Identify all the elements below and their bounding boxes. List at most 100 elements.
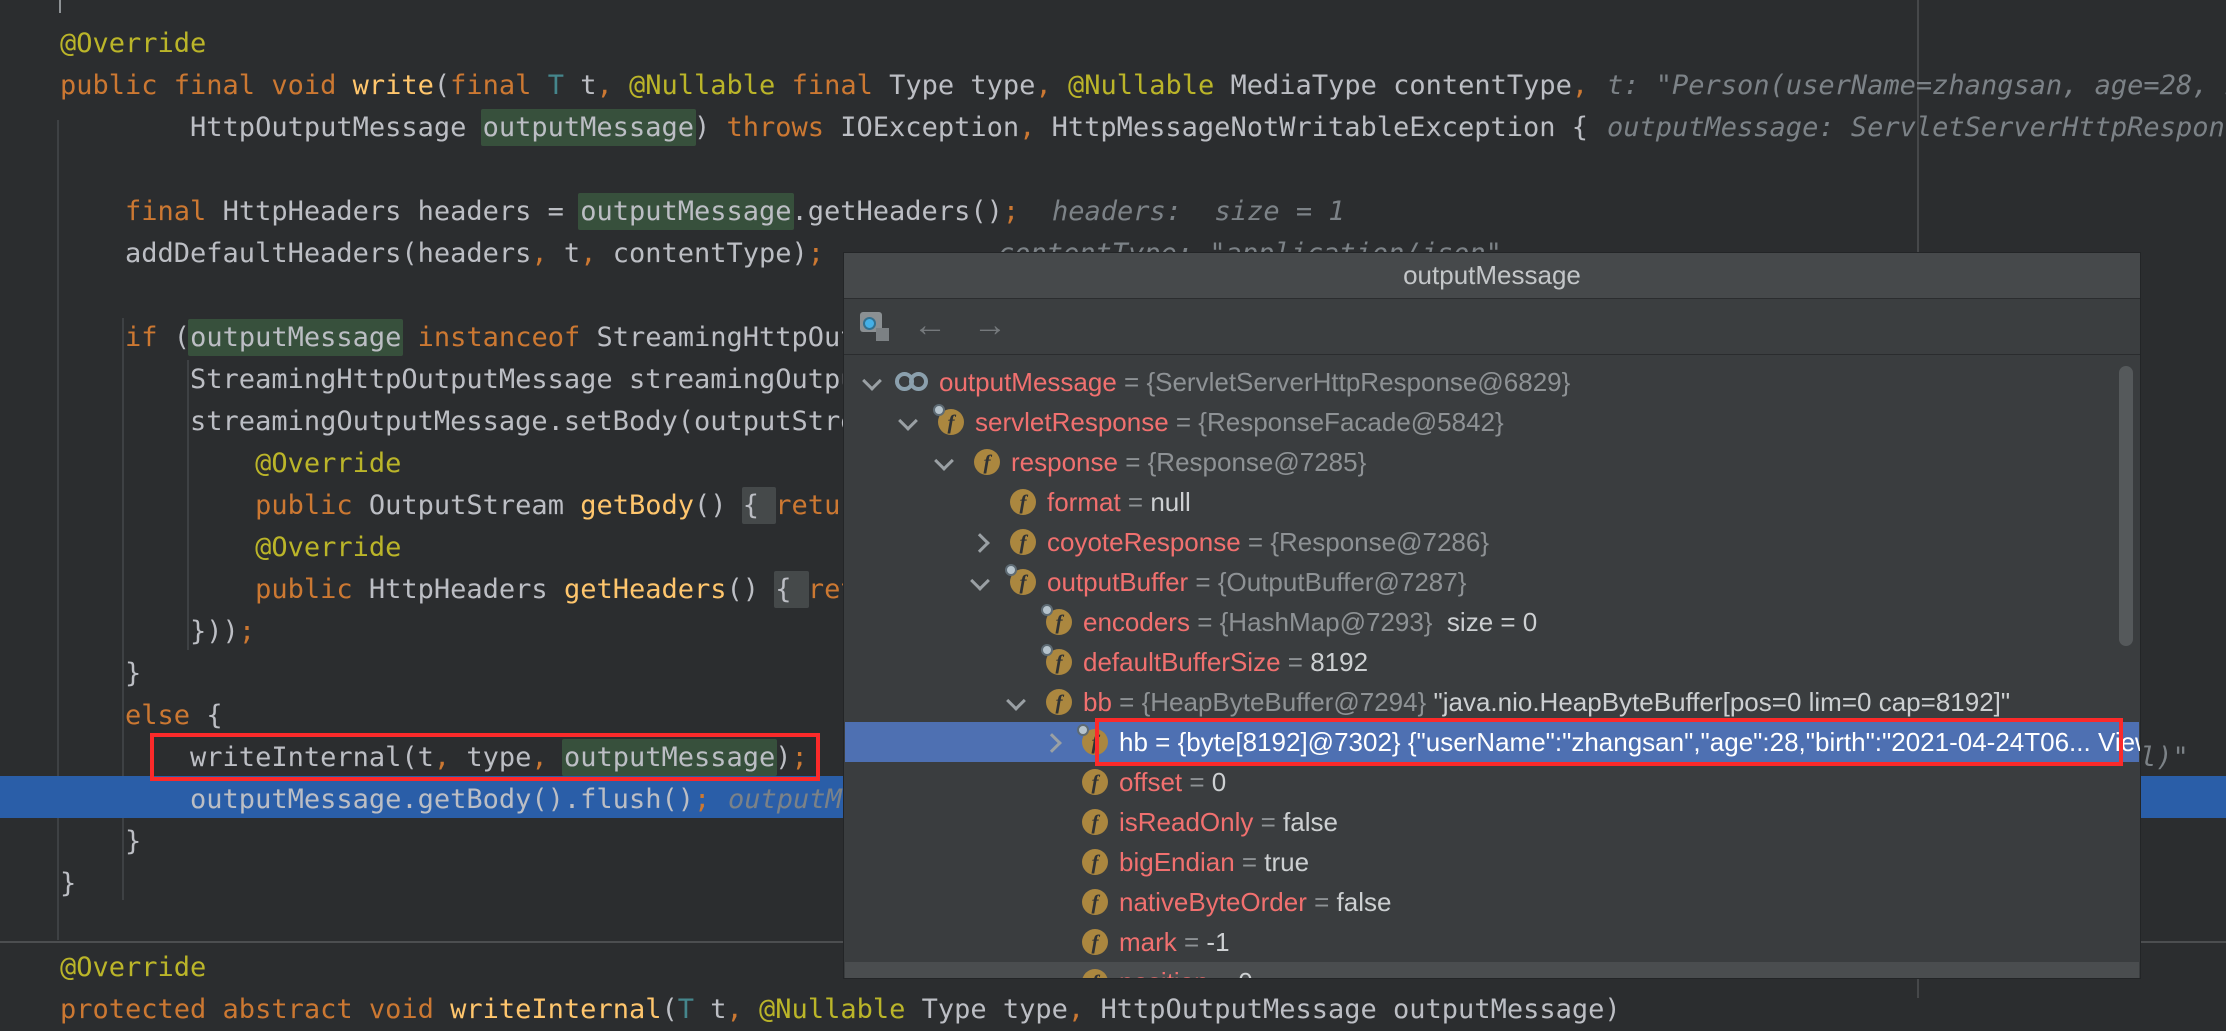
code-line[interactable]: HttpOutputMessage outputMessage) throws … <box>60 107 1588 149</box>
variable-text: servletResponse = {ResponseFacade@5842} <box>975 402 1504 442</box>
code-segment: ; <box>239 616 255 647</box>
expanded-chevron-icon[interactable] <box>862 371 882 391</box>
equals-sign: = <box>1190 607 1220 637</box>
code-segment: () <box>694 490 743 521</box>
code-line[interactable]: @Override <box>60 23 206 65</box>
code-segment: instanceof <box>418 322 581 353</box>
code-segment <box>613 70 629 101</box>
code-segment: t <box>564 70 597 101</box>
code-line[interactable]: @Override <box>60 443 401 485</box>
variable-row-response[interactable]: fresponse = {Response@7285} <box>845 442 2139 482</box>
code-line[interactable]: public final void write(final T t, @Null… <box>60 65 1588 107</box>
code-line[interactable]: } <box>60 653 141 695</box>
code-segment: getBody <box>580 490 694 521</box>
code-line[interactable]: } <box>60 863 76 905</box>
code-segment: t <box>694 994 727 1025</box>
popup-title-bar[interactable]: outputMessage <box>844 253 2140 299</box>
expanded-chevron-icon[interactable] <box>970 571 990 591</box>
code-segment: } <box>60 868 76 899</box>
code-line[interactable]: })); <box>60 611 255 653</box>
code-segment <box>60 196 125 227</box>
field-icon: f <box>1046 649 1072 675</box>
variable-row-outputMessage[interactable]: outputMessage = {ServletServerHttpRespon… <box>845 362 2139 402</box>
pin-icon <box>933 404 945 416</box>
watch-value-icon <box>895 372 935 392</box>
variable-row-servletResponse[interactable]: fservletResponse = {ResponseFacade@5842} <box>845 402 2139 442</box>
equals-sign: = <box>1307 887 1337 917</box>
code-line[interactable]: addDefaultHeaders(headers, t, contentTyp… <box>60 233 824 275</box>
expanded-chevron-icon[interactable] <box>898 411 918 431</box>
code-line[interactable]: @Override <box>60 527 401 569</box>
variable-row-isReadOnly[interactable]: fisReadOnly = false <box>845 802 2139 842</box>
code-segment: HttpHeaders headers = <box>206 196 580 227</box>
code-segment: HttpOutputMessage <box>60 112 483 143</box>
variable-text: nativeByteOrder = false <box>1119 882 1391 922</box>
variable-row-encoders[interactable]: fencoders = {HashMap@7293} size = 0 <box>845 602 2139 642</box>
popup-scrollbar-thumb[interactable] <box>2119 366 2133 646</box>
variable-row-mark[interactable]: fmark = -1 <box>845 922 2139 962</box>
code-segment: public final void <box>60 70 353 101</box>
inline-debugger-hint: l)" <box>2140 737 2189 779</box>
popup-toolbar: ← → <box>844 299 2140 355</box>
code-segment <box>1052 70 1068 101</box>
code-segment: } <box>60 826 141 857</box>
code-segment: final <box>792 70 873 101</box>
occurrence-highlight: outputMessage <box>578 193 793 230</box>
code-segment: ; <box>808 238 824 269</box>
code-segment <box>60 700 125 731</box>
code-segment: write <box>353 70 434 101</box>
code-segment: } <box>60 658 141 689</box>
text-caret <box>59 0 61 13</box>
equals-sign: = <box>1169 407 1199 437</box>
code-line[interactable]: protected abstract void writeInternal(T … <box>60 989 1621 1031</box>
code-segment: T <box>678 994 694 1025</box>
code-segment <box>60 448 255 479</box>
code-segment: HttpMessageNotWritableException { <box>1035 112 1588 143</box>
code-line[interactable]: final HttpHeaders headers = outputMessag… <box>60 191 1019 233</box>
code-line[interactable]: @Override <box>60 947 206 989</box>
variables-view-icon[interactable] <box>860 312 892 342</box>
variable-row-position[interactable]: fposition = 0 <box>845 962 2139 979</box>
code-segment: { <box>190 700 223 731</box>
code-segment: , <box>580 238 596 269</box>
pin-icon <box>1041 644 1053 656</box>
variable-value: 0 <box>1212 767 1226 797</box>
code-segment: contentType) <box>596 238 807 269</box>
code-line[interactable]: outputMessage.getBody().flush(); <box>60 779 710 821</box>
variable-name: outputBuffer <box>1047 567 1188 597</box>
variable-row-offset[interactable]: foffset = 0 <box>845 762 2139 802</box>
code-segment: ( <box>661 994 677 1025</box>
code-segment <box>743 994 759 1025</box>
code-line[interactable]: else { <box>60 695 223 737</box>
variable-name: nativeByteOrder <box>1119 887 1307 917</box>
field-icon: f <box>1010 569 1036 595</box>
variable-row-outputBuffer[interactable]: foutputBuffer = {OutputBuffer@7287} <box>845 562 2139 602</box>
code-line[interactable]: } <box>60 821 141 863</box>
expanded-chevron-icon[interactable] <box>1006 691 1026 711</box>
code-segment: () <box>727 574 776 605</box>
back-arrow-icon[interactable]: ← <box>910 299 950 354</box>
variable-row-defaultBufferSize[interactable]: fdefaultBufferSize = 8192 <box>845 642 2139 682</box>
variable-reference-value: {Response@7285} <box>1148 447 1367 477</box>
variable-row-bigEndian[interactable]: fbigEndian = true <box>845 842 2139 882</box>
variable-text: position = 0 <box>1119 962 1253 979</box>
code-segment: final <box>125 196 206 227</box>
code-segment: , <box>1068 994 1084 1025</box>
collapsed-chevron-icon[interactable] <box>970 533 990 553</box>
code-segment: final <box>450 70 531 101</box>
variable-name: position <box>1119 967 1209 979</box>
variable-name: response <box>1011 447 1118 477</box>
variable-row-bb[interactable]: fbb = {HeapByteBuffer@7294} "java.nio.He… <box>845 682 2139 722</box>
variable-name: coyoteResponse <box>1047 527 1241 557</box>
variable-row-format[interactable]: fformat = null <box>845 482 2139 522</box>
variable-row-coyoteResponse[interactable]: fcoyoteResponse = {Response@7286} <box>845 522 2139 562</box>
expanded-chevron-icon[interactable] <box>934 451 954 471</box>
collapsed-chevron-icon[interactable] <box>1042 733 1062 753</box>
code-segment: , <box>1019 112 1035 143</box>
forward-arrow-icon[interactable]: → <box>970 299 1010 354</box>
variable-row-nativeByteOrder[interactable]: fnativeByteOrder = false <box>845 882 2139 922</box>
code-segment: if <box>125 322 158 353</box>
code-segment: Type type <box>905 994 1068 1025</box>
debugger-inspect-popup[interactable]: outputMessage ← → outputMessage = {Servl… <box>843 252 2141 979</box>
code-segment: })) <box>60 616 239 647</box>
